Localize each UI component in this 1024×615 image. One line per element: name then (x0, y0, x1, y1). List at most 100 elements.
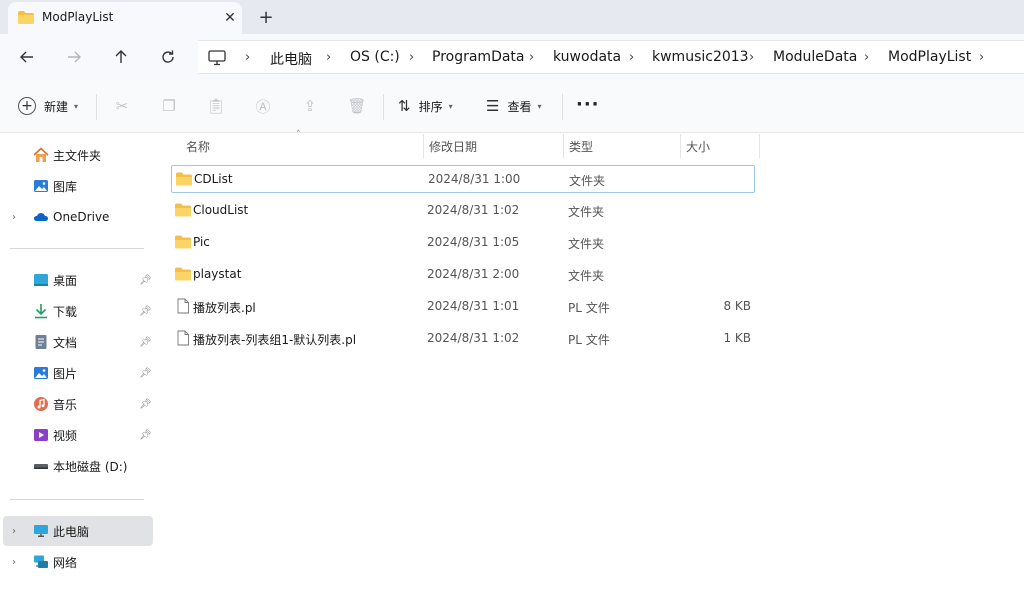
file-type: PL 文件 (568, 333, 610, 347)
cut-icon[interactable]: ✂ (112, 96, 132, 116)
sidebar-item-downloads[interactable]: 下载 📌︎ (0, 296, 155, 326)
forward-arrow-icon[interactable] (61, 44, 87, 70)
breadcrumb-chevron-icon[interactable]: › (749, 50, 754, 65)
table-row[interactable]: CloudList 2024/8/31 1:02 文件夹 (171, 197, 755, 225)
sidebar-item-pictures[interactable]: 图片 📌︎ (0, 358, 155, 388)
file-name: CloudList (193, 203, 249, 217)
home-icon (33, 147, 49, 163)
close-tab-icon[interactable]: ✕ (220, 8, 240, 28)
breadcrumb-chevron-icon[interactable]: › (629, 50, 634, 65)
file-list: ˄ 名称 修改日期 类型 大小 CDList 2024/8/31 1:00 文件… (155, 130, 1024, 615)
sidebar-item-gallery[interactable]: 图库 (0, 171, 155, 201)
navigation-pane: 主文件夹 图库 › OneDrive 桌面 📌︎ 下载 📌︎ 文档 📌︎ 图片 … (0, 134, 155, 615)
breadcrumb-chevron-icon[interactable]: › (529, 50, 534, 65)
view-button[interactable]: ☰ 查看 ▾ (486, 95, 541, 117)
table-row[interactable]: playstat 2024/8/31 2:00 文件夹 (171, 261, 755, 289)
new-button-label: 新建 (44, 99, 69, 114)
chevron-down-icon: ▾ (74, 101, 79, 111)
breadcrumb-chevron-icon[interactable]: › (864, 50, 869, 65)
breadcrumb-kuwodata[interactable]: kuwodata (553, 49, 621, 65)
file-type: PL 文件 (568, 301, 610, 315)
breadcrumb-os-c[interactable]: OS (C:) (350, 49, 400, 65)
table-row[interactable]: 播放列表-列表组1-默认列表.pl 2024/8/31 1:02 PL 文件 1… (171, 325, 755, 353)
expand-chevron-icon[interactable]: › (12, 526, 16, 537)
pin-icon[interactable]: 📌︎ (139, 399, 152, 410)
sort-ascending-icon: ˄ (296, 130, 301, 140)
sidebar-item-music[interactable]: 音乐 📌︎ (0, 389, 155, 419)
table-row[interactable]: 播放列表.pl 2024/8/31 1:01 PL 文件 8 KB (171, 293, 755, 321)
sidebar-item-documents[interactable]: 文档 📌︎ (0, 327, 155, 357)
more-options-icon[interactable]: ··· (576, 94, 600, 115)
pin-icon[interactable]: 📌︎ (139, 275, 152, 286)
command-bar: + 新建 ▾ ✂ ❐ 📋︎ Ⓐ ⇪ 🗑︎ ⇅ 排序 ▾ ☰ 查看 ▾ ··· (0, 80, 1024, 133)
breadcrumb-programdata[interactable]: ProgramData (432, 49, 525, 65)
file-modified: 2024/8/31 1:00 (428, 172, 521, 186)
file-modified: 2024/8/31 1:02 (427, 331, 520, 345)
sidebar-item-this-pc[interactable]: › 此电脑 (3, 516, 153, 546)
breadcrumb-chevron-icon[interactable]: › (979, 50, 984, 65)
new-button[interactable]: + 新建 ▾ (18, 95, 78, 117)
breadcrumb-kwmusic2013[interactable]: kwmusic2013 (652, 49, 749, 65)
drive-icon (33, 458, 49, 474)
breadcrumb-chevron-icon[interactable]: › (245, 50, 250, 65)
sidebar-item-label: 视频 (53, 428, 78, 443)
breadcrumb-chevron-icon[interactable]: › (326, 50, 331, 65)
table-row[interactable]: CDList 2024/8/31 1:00 文件夹 (171, 165, 755, 193)
new-tab-icon[interactable]: + (254, 6, 278, 28)
computer-icon (208, 50, 226, 66)
column-divider[interactable] (680, 134, 681, 158)
rename-icon[interactable]: Ⓐ (253, 96, 273, 116)
delete-icon[interactable]: 🗑︎ (347, 96, 367, 116)
navigation-bar: › 此电脑 › OS (C:) › ProgramData › kuwodata… (0, 34, 1024, 80)
column-divider[interactable] (423, 134, 424, 158)
file-name: 播放列表-列表组1-默认列表.pl (193, 333, 357, 347)
sidebar-item-label: 桌面 (53, 273, 78, 288)
breadcrumb-moduledata[interactable]: ModuleData (773, 49, 857, 65)
column-header-size[interactable]: 大小 (686, 134, 710, 158)
pin-icon[interactable]: 📌︎ (139, 430, 152, 441)
folder-icon (175, 235, 191, 249)
pin-icon[interactable]: 📌︎ (139, 337, 152, 348)
breadcrumb-this-pc[interactable]: 此电脑 (270, 49, 312, 69)
copy-icon[interactable]: ❐ (159, 96, 179, 116)
column-header-type[interactable]: 类型 (569, 134, 593, 158)
sidebar-item-desktop[interactable]: 桌面 📌︎ (0, 265, 155, 295)
share-icon[interactable]: ⇪ (300, 96, 320, 116)
expand-chevron-icon[interactable]: › (12, 212, 16, 223)
address-bar[interactable]: › 此电脑 › OS (C:) › ProgramData › kuwodata… (198, 40, 1024, 74)
column-divider[interactable] (759, 134, 760, 158)
chevron-down-icon: ▾ (448, 101, 453, 111)
expand-chevron-icon[interactable]: › (12, 557, 16, 568)
folder-icon (175, 203, 191, 217)
column-divider[interactable] (563, 134, 564, 158)
file-modified: 2024/8/31 1:05 (427, 235, 520, 249)
this-pc-icon (33, 523, 49, 539)
sidebar-item-videos[interactable]: 视频 📌︎ (0, 420, 155, 450)
column-header-name[interactable]: 名称 (186, 134, 210, 158)
tab-modplaylist[interactable]: ModPlayList ✕ (8, 2, 242, 34)
table-row[interactable]: Pic 2024/8/31 1:05 文件夹 (171, 229, 755, 257)
up-arrow-icon[interactable] (108, 44, 134, 70)
desktop-icon (33, 272, 49, 288)
column-header-modified[interactable]: 修改日期 (429, 134, 477, 158)
pin-icon[interactable]: 📌︎ (139, 368, 152, 379)
sidebar-item-drive-d[interactable]: 本地磁盘 (D:) (0, 451, 155, 481)
file-type: 文件夹 (569, 174, 606, 188)
sidebar-item-onedrive[interactable]: › OneDrive (0, 202, 155, 232)
pin-icon[interactable]: 📌︎ (139, 306, 152, 317)
refresh-icon[interactable] (155, 44, 181, 70)
file-icon (177, 330, 189, 346)
sidebar-item-network[interactable]: › 网络 (0, 547, 155, 577)
breadcrumb-modplaylist[interactable]: ModPlayList (888, 49, 971, 65)
back-arrow-icon[interactable] (14, 44, 40, 70)
sidebar-item-label: 图片 (53, 366, 78, 381)
view-button-label: 查看 (507, 99, 532, 114)
sort-button[interactable]: ⇅ 排序 ▾ (398, 95, 453, 117)
sidebar-divider (10, 499, 144, 500)
sidebar-item-label: OneDrive (53, 210, 110, 224)
folder-icon (176, 172, 192, 186)
paste-icon[interactable]: 📋︎ (206, 96, 226, 116)
breadcrumb-chevron-icon[interactable]: › (409, 50, 414, 65)
sidebar-item-home[interactable]: 主文件夹 (0, 140, 155, 170)
file-name: CDList (194, 172, 233, 186)
